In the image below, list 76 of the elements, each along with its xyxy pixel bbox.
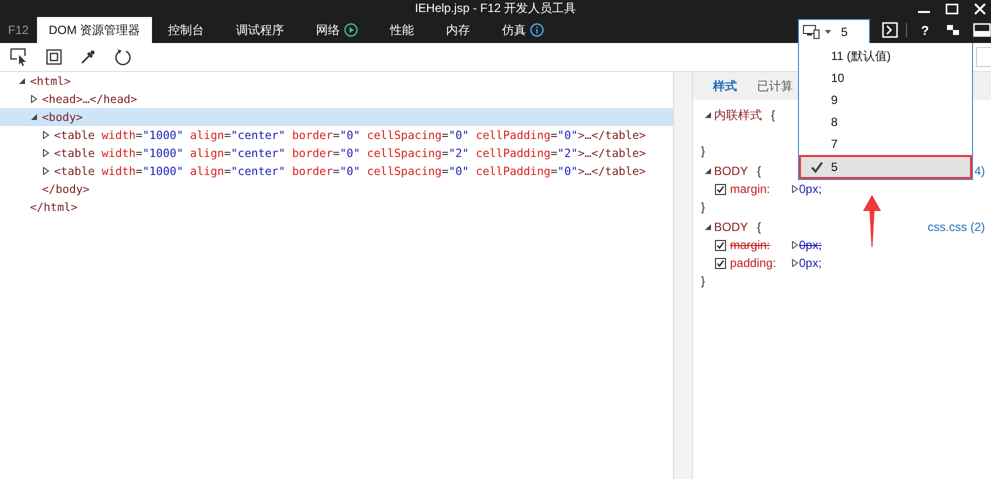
dom-node-close[interactable]: </html> (30, 200, 78, 214)
collapsed-triangle-icon[interactable] (30, 95, 38, 103)
dom-node[interactable]: <body> (42, 110, 83, 124)
tab[interactable]: DOM 资源管理器 (36, 17, 152, 43)
refresh-icon[interactable] (114, 48, 132, 66)
tab[interactable]: 内存 (430, 17, 486, 43)
tab[interactable]: 控制台 (152, 17, 220, 43)
css-selector: 内联样式 (714, 106, 762, 124)
tab[interactable]: 网络 (300, 17, 374, 43)
eyedropper-icon[interactable] (80, 49, 96, 65)
help-button[interactable]: ? (917, 17, 933, 43)
menu-item[interactable]: 11 (默认值) (799, 45, 972, 67)
expanded-triangle-icon[interactable] (30, 113, 38, 121)
tab[interactable]: 调试程序 (220, 17, 300, 43)
dom-node[interactable]: <table width="1000" align="center" border="0" cellSpacing="0" cellPadding="0">…</table> (54, 164, 646, 178)
css-selector: BODY (714, 164, 748, 178)
collapsed-triangle-icon[interactable] (792, 185, 798, 193)
collapsed-triangle-icon[interactable] (792, 259, 798, 267)
maximize-icon[interactable] (945, 2, 959, 16)
dom-node[interactable]: <table width="1000" align="center" border="0" cellSpacing="0" cellPadding="0">…</table> (54, 128, 646, 142)
tab[interactable]: 性能 (374, 17, 430, 43)
styles-tab[interactable]: 样式 (705, 78, 745, 94)
dom-node-close[interactable]: </body> (42, 182, 90, 196)
info-icon (530, 23, 544, 37)
window-title: IEHelp.jsp - F12 开发人员工具 (414, 0, 576, 17)
brace: { (771, 108, 776, 122)
arrow-annotation (862, 195, 882, 247)
expanded-triangle-icon[interactable] (705, 224, 711, 230)
collapsed-triangle-icon[interactable] (42, 131, 50, 139)
collapsed-triangle-icon[interactable] (42, 149, 50, 157)
collapsed-triangle-icon[interactable] (792, 241, 798, 249)
dom-node[interactable]: <table width="1000" align="center" border="0" cellSpacing="2" cellPadding="2">…</table> (54, 146, 646, 160)
caret-icon (825, 30, 832, 34)
document-mode-dropdown[interactable]: 5 (798, 19, 870, 43)
search-field[interactable] (976, 47, 991, 67)
dom-node[interactable]: <html> (30, 74, 71, 88)
source-link[interactable]: css.css (2) (928, 220, 985, 234)
brace: } (701, 144, 706, 158)
brace: { (757, 220, 762, 234)
brace: } (701, 274, 706, 288)
checkbox[interactable] (715, 240, 726, 250)
brace: } (701, 200, 706, 214)
styles-tab[interactable]: 已计算 (749, 78, 801, 94)
menu-item[interactable]: 7 (799, 133, 972, 155)
menu-item[interactable]: 5 (799, 155, 972, 179)
css-value: 0px; (799, 182, 822, 196)
checkbox[interactable] (715, 184, 726, 194)
expanded-triangle-icon[interactable] (705, 112, 711, 118)
expanded-triangle-icon[interactable] (705, 168, 711, 174)
box-model-icon[interactable] (46, 49, 62, 65)
close-icon[interactable] (973, 2, 987, 16)
devices-icon (803, 24, 822, 38)
windows-icon[interactable] (945, 22, 961, 38)
menu-item[interactable]: 8 (799, 111, 972, 133)
tab[interactable]: 仿真 (486, 17, 560, 43)
css-property: padding: (730, 256, 778, 270)
checkmark-icon (811, 161, 823, 173)
css-selector: BODY (714, 220, 748, 234)
select-element-icon[interactable] (10, 48, 28, 66)
checkbox[interactable] (715, 258, 726, 268)
console-icon[interactable] (882, 22, 898, 38)
app-label: F12 (7, 22, 30, 39)
css-property: margin: (730, 238, 772, 252)
source-link[interactable]: 4) (974, 164, 985, 178)
scrollbar-track[interactable] (673, 72, 693, 479)
brace: { (757, 164, 762, 178)
play-icon (344, 23, 358, 37)
dom-node[interactable]: <head>…</head> (42, 92, 138, 106)
menu-item[interactable]: 9 (799, 89, 972, 111)
css-value: 0px; (799, 238, 822, 252)
menu-item[interactable]: 10 (799, 67, 972, 89)
css-value: 0px; (799, 256, 822, 270)
expanded-triangle-icon[interactable] (18, 77, 26, 85)
css-property: margin: (730, 182, 772, 196)
dock-icon[interactable] (973, 22, 991, 38)
collapsed-triangle-icon[interactable] (42, 167, 50, 175)
